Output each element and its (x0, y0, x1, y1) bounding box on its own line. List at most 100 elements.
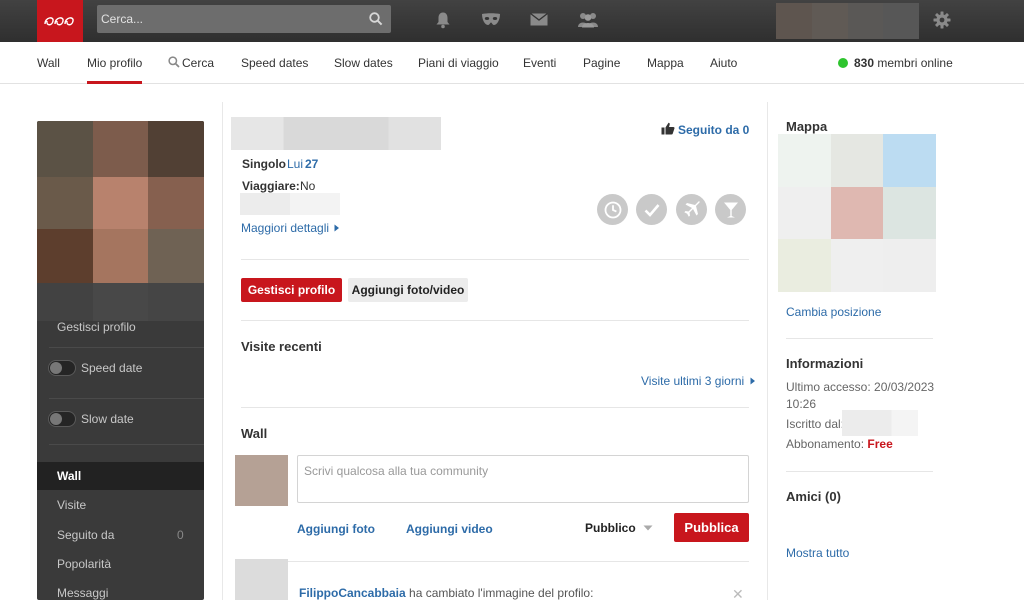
divider (786, 338, 933, 339)
info-title: Informazioni (786, 356, 864, 371)
nav-slow-dates[interactable]: Slow dates (334, 56, 393, 70)
post-user-link[interactable]: FilippoCancabbaia (299, 586, 406, 600)
online-label: membri online (877, 56, 953, 70)
change-position-link[interactable]: Cambia posizione (786, 305, 881, 319)
column-divider (767, 102, 768, 600)
manage-profile-button[interactable]: Gestisci profilo (241, 278, 342, 302)
divider (241, 320, 749, 321)
nav-mappa[interactable]: Mappa (647, 56, 684, 70)
nav-cerca-label: Cerca (182, 56, 215, 70)
online-members: 830 membri online (838, 56, 953, 70)
logo-icon (44, 17, 74, 26)
post-input[interactable] (297, 455, 749, 503)
user-avatar[interactable] (776, 3, 919, 39)
last-access-time: 10:26 (786, 397, 817, 411)
profile-photo[interactable] (37, 121, 204, 321)
speed-date-label: Speed date (81, 361, 143, 375)
travel-value: No (300, 179, 316, 193)
show-all-friends-link[interactable]: Mostra tutto (786, 546, 849, 560)
main-nav: Wall Mio profilo Cerca Speed dates Slow … (0, 42, 1024, 84)
gear-icon[interactable] (933, 11, 951, 32)
nav-speed-dates[interactable]: Speed dates (241, 56, 308, 70)
divider (241, 259, 749, 260)
online-dot-icon (838, 58, 848, 68)
chevron-right-icon (334, 224, 340, 232)
people-icon[interactable] (577, 12, 599, 31)
nav-eventi[interactable]: Eventi (523, 56, 556, 70)
slow-date-label: Slow date (81, 412, 134, 426)
map-title: Mappa (786, 119, 828, 134)
subscription-value: Free (867, 437, 893, 451)
nav-cerca[interactable]: Cerca (168, 56, 214, 70)
profile-sidebar: Gestisci profilo Speed date Slow date Wa… (37, 121, 204, 600)
search-input[interactable] (97, 5, 359, 33)
profile-name-redacted (231, 117, 441, 150)
slow-date-toggle[interactable] (48, 411, 76, 427)
add-photo-link[interactable]: Aggiungi foto (297, 522, 375, 536)
more-details-label: Maggiori dettagli (241, 221, 330, 235)
recent-visits-title: Visite recenti (241, 339, 322, 354)
post-author-avatar (235, 559, 288, 600)
travel-label: Viaggiare: (242, 179, 300, 193)
post-text: ha cambiato l'immagine del profilo: (409, 586, 594, 600)
more-details-link[interactable]: Maggiori dettagli (241, 221, 340, 235)
sidebar-item-visite[interactable]: Visite (57, 498, 86, 512)
column-divider (222, 102, 223, 600)
nav-pagine[interactable]: Pagine (583, 56, 620, 70)
visibility-value: Pubblico (585, 521, 636, 535)
last-access: Ultimo accesso: 20/03/2023 (786, 380, 934, 394)
top-bar (0, 0, 1024, 42)
visits-link-label: Visite ultimi 3 giorni (641, 374, 745, 388)
sidebar-item-messaggi[interactable]: Messaggi (57, 586, 108, 600)
last-access-label: Ultimo accesso: (786, 380, 871, 394)
caret-down-icon (643, 525, 653, 531)
cocktail-icon[interactable] (715, 194, 746, 225)
sidebar-manage-profile[interactable]: Gestisci profilo (57, 320, 136, 334)
nav-wall[interactable]: Wall (37, 56, 60, 70)
check-icon[interactable] (636, 194, 667, 225)
status-label: Singolo (242, 157, 286, 171)
visits-last-3-days-link[interactable]: Visite ultimi 3 giorni (641, 374, 756, 388)
sidebar-item-wall[interactable]: Wall (57, 469, 81, 483)
add-video-link[interactable]: Aggiungi video (406, 522, 493, 536)
user-avatar-thumb (235, 455, 288, 506)
registered-date-redacted (842, 410, 918, 436)
online-count: 830 (854, 56, 875, 70)
visibility-select[interactable]: Pubblico (585, 521, 653, 535)
seguito-da-count: 0 (177, 528, 184, 542)
divider (49, 444, 204, 445)
site-logo[interactable] (37, 0, 83, 42)
bell-icon[interactable] (435, 11, 451, 32)
post-header: FilippoCancabbaia ha cambiato l'immagine… (299, 586, 593, 600)
divider (241, 407, 749, 408)
plane-icon[interactable] (676, 194, 707, 225)
followed-by-label: Seguito da 0 (678, 123, 750, 137)
clock-icon[interactable] (597, 194, 628, 225)
age-value: 27 (305, 157, 319, 171)
sidebar-item-seguito-da[interactable]: Seguito da (57, 528, 114, 542)
registered-label: Iscritto dal: (786, 417, 845, 431)
map-view[interactable] (778, 134, 936, 292)
publish-button[interactable]: Pubblica (674, 513, 749, 542)
mask-icon[interactable] (481, 12, 501, 31)
search-icon[interactable] (369, 12, 383, 29)
add-media-button[interactable]: Aggiungi foto/video (348, 278, 468, 302)
friends-title: Amici (0) (786, 489, 841, 504)
gender-label: Lui (287, 157, 304, 171)
divider (49, 347, 204, 348)
nav-aiuto[interactable]: Aiuto (710, 56, 737, 70)
mail-icon[interactable] (530, 12, 548, 29)
last-access-date: 20/03/2023 (874, 380, 935, 394)
wall-title: Wall (241, 426, 268, 441)
speed-date-toggle[interactable] (48, 360, 76, 376)
nav-piani-di-viaggio[interactable]: Piani di viaggio (418, 56, 499, 70)
sidebar-item-popolarita[interactable]: Popolarità (57, 557, 111, 571)
followed-by-link[interactable]: Seguito da 0 (661, 122, 749, 137)
chevron-right-icon (750, 377, 755, 385)
close-icon[interactable]: ✕ (732, 586, 744, 600)
subscription: Abbonamento: Free (786, 437, 893, 451)
subscription-label: Abbonamento: (786, 437, 865, 451)
divider (786, 471, 933, 472)
divider (49, 398, 204, 399)
nav-mio-profilo[interactable]: Mio profilo (87, 56, 143, 84)
